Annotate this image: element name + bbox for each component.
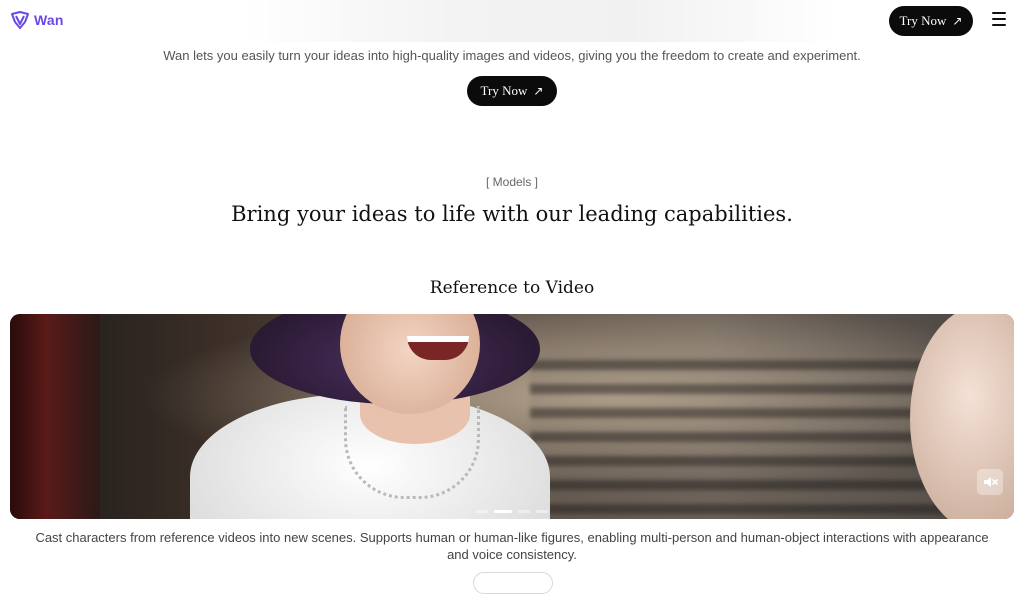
mute-toggle-button[interactable] <box>977 469 1003 495</box>
wan-logo-icon <box>11 11 29 29</box>
carousel-dot-active[interactable] <box>494 510 512 513</box>
hero-try-now-button[interactable]: Try Now ↗ <box>467 76 557 106</box>
arrow-up-right-icon: ↗ <box>533 84 544 98</box>
brand-logo[interactable]: Wan <box>10 10 64 30</box>
carousel-indicators <box>476 510 548 513</box>
hamburger-menu-icon[interactable] <box>992 12 1008 28</box>
arrow-up-right-icon: ↗ <box>952 14 963 28</box>
section-headline: Bring your ideas to life with our leadin… <box>231 202 793 226</box>
feature-description: Cast characters from reference videos in… <box>35 530 989 562</box>
feature-video[interactable] <box>10 314 1014 519</box>
partial-button-below[interactable] <box>473 572 553 594</box>
video-background-curtain <box>10 314 100 519</box>
hero-description: Wan lets you easily turn your ideas into… <box>163 48 861 63</box>
carousel-dot[interactable] <box>536 510 548 513</box>
header-try-now-label: Try Now <box>899 13 947 28</box>
carousel-dot[interactable] <box>476 510 488 513</box>
hero-try-now-label: Try Now <box>480 83 528 98</box>
section-eyebrow: [ Models ] <box>485 175 539 189</box>
brand-name: Wan <box>34 12 64 28</box>
feature-title: Reference to Video <box>429 278 595 298</box>
top-gradient-bar <box>240 0 840 42</box>
header-try-now-button[interactable]: Try Now ↗ <box>889 6 973 36</box>
carousel-dot[interactable] <box>518 510 530 513</box>
speaker-muted-icon <box>984 477 998 487</box>
